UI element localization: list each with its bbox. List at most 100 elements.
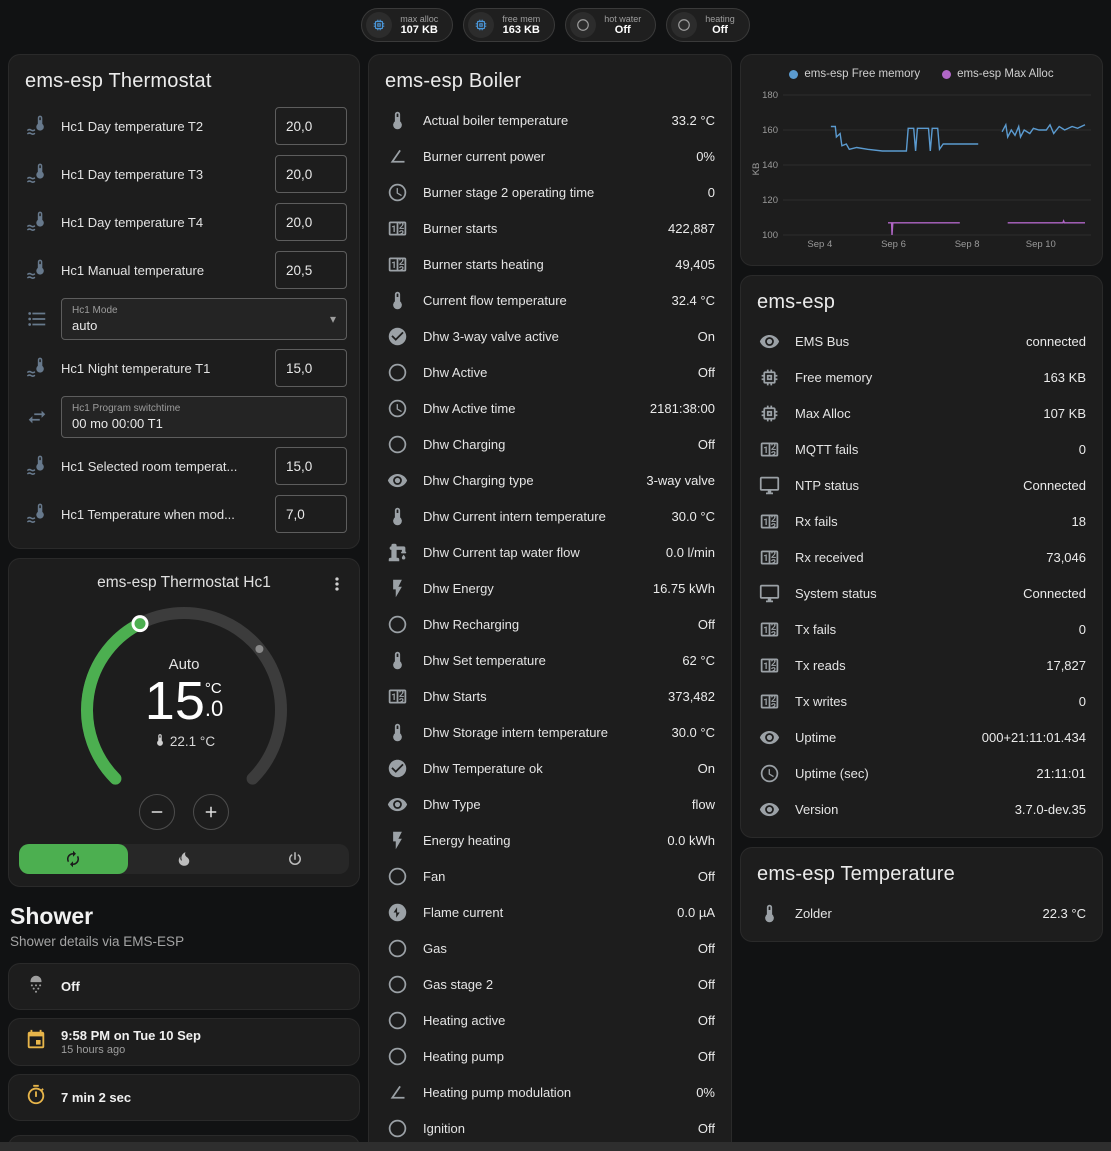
entity-row[interactable]: Dhw RechargingOff: [369, 606, 731, 642]
entity-row[interactable]: Heating pump modulation0%: [369, 1074, 731, 1110]
boiler-rows: Actual boiler temperature33.2 °CBurner c…: [369, 102, 731, 1151]
entity-row[interactable]: Tx fails0: [741, 611, 1102, 647]
entity-value: 107 KB: [1043, 406, 1086, 421]
temperature-input[interactable]: 20,0: [275, 203, 347, 241]
thermometer-icon: [385, 722, 409, 743]
circle-outline-icon: [385, 974, 409, 995]
temperature-input[interactable]: 20,0: [275, 155, 347, 193]
entity-row[interactable]: System statusConnected: [741, 575, 1102, 611]
entity-row[interactable]: Actual boiler temperature33.2 °C: [369, 102, 731, 138]
mode-off-button[interactable]: [240, 844, 349, 874]
switchtime-input[interactable]: Hc1 Program switchtime00 mo 00:00 T1: [61, 396, 347, 438]
increase-temperature-button[interactable]: [193, 794, 229, 830]
entity-row[interactable]: FanOff: [369, 858, 731, 894]
thermostat-row: Hc1 Day temperature T220,0: [9, 102, 359, 150]
badge-texts: heatingOff: [705, 14, 735, 37]
entity-row[interactable]: Tx reads17,827: [741, 647, 1102, 683]
entity-row[interactable]: Energy heating0.0 kWh: [369, 822, 731, 858]
boiler-card: ems-esp Boiler Actual boiler temperature…: [368, 54, 732, 1151]
entity-row[interactable]: Dhw Active time2181:38:00: [369, 390, 731, 426]
shower-card[interactable]: Off: [8, 963, 360, 1010]
entity-row[interactable]: Version3.7.0-dev.35: [741, 791, 1102, 827]
entity-row[interactable]: Burner starts422,887: [369, 210, 731, 246]
badge-hot-water[interactable]: hot waterOff: [565, 8, 656, 42]
horizontal-scrollbar[interactable]: [0, 1142, 1111, 1151]
entity-row[interactable]: Dhw Set temperature62 °C: [369, 642, 731, 678]
temperature-input[interactable]: 15,0: [275, 349, 347, 387]
thermometer-water-icon: [25, 163, 49, 185]
shower-card-texts: 9:58 PM on Tue 10 Sep15 hours ago: [61, 1028, 201, 1056]
more-options-button[interactable]: [323, 570, 351, 601]
entity-row[interactable]: MQTT fails0: [741, 431, 1102, 467]
temperature-input[interactable]: 20,0: [275, 107, 347, 145]
entity-row[interactable]: NTP statusConnected: [741, 467, 1102, 503]
entity-value: 422,887: [668, 221, 715, 236]
temperature-stepper: [69, 794, 299, 830]
entity-row[interactable]: Dhw Temperature okOn: [369, 750, 731, 786]
badge-heating[interactable]: heatingOff: [666, 8, 750, 42]
entity-row[interactable]: Dhw Typeflow: [369, 786, 731, 822]
chip-icon: [757, 367, 781, 388]
circle-outline-icon: [385, 1010, 409, 1031]
dashboard: max alloc107 KB free mem163 KB hot waterOf…: [0, 0, 1111, 1151]
entity-row[interactable]: Dhw Energy16.75 kWh: [369, 570, 731, 606]
thermostat-dial[interactable]: Auto 15 °C .0 22.1 °C: [69, 600, 299, 830]
entity-row[interactable]: Max Alloc107 KB: [741, 395, 1102, 431]
entity-row[interactable]: Dhw Starts373,482: [369, 678, 731, 714]
entity-row[interactable]: Burner starts heating49,405: [369, 246, 731, 282]
entity-label: Dhw Current tap water flow: [423, 545, 652, 560]
entity-row[interactable]: Heating pumpOff: [369, 1038, 731, 1074]
badge-max-alloc[interactable]: max alloc107 KB: [361, 8, 453, 42]
entity-value: 32.4 °C: [671, 293, 715, 308]
circle-outline-icon: [385, 434, 409, 455]
entity-row[interactable]: Gas stage 2Off: [369, 966, 731, 1002]
temperature-input[interactable]: 7,0: [275, 495, 347, 533]
entity-row[interactable]: Dhw 3-way valve activeOn: [369, 318, 731, 354]
entity-row[interactable]: EMS Busconnected: [741, 323, 1102, 359]
entity-row[interactable]: Free memory163 KB: [741, 359, 1102, 395]
circle-outline-icon: [385, 614, 409, 635]
entity-row[interactable]: IgnitionOff: [369, 1110, 731, 1146]
entity-row[interactable]: Dhw ActiveOff: [369, 354, 731, 390]
temperature-input[interactable]: 20,5: [275, 251, 347, 289]
entity-row[interactable]: Current flow temperature32.4 °C: [369, 282, 731, 318]
entity-row[interactable]: Rx fails18: [741, 503, 1102, 539]
mode-auto-button[interactable]: [19, 844, 128, 874]
chip-icon: [468, 12, 494, 38]
temperature-input[interactable]: 15,0: [275, 447, 347, 485]
entity-value: Off: [698, 941, 715, 956]
entity-value: On: [698, 329, 715, 344]
entity-row[interactable]: Burner current power0%: [369, 138, 731, 174]
dial-handle[interactable]: [133, 617, 147, 631]
entity-row[interactable]: Rx received73,046: [741, 539, 1102, 575]
shower-card[interactable]: 7 min 2 sec: [8, 1074, 360, 1121]
entity-row[interactable]: Dhw Charging type3-way valve: [369, 462, 731, 498]
decrease-temperature-button[interactable]: [139, 794, 175, 830]
entity-row[interactable]: Dhw Current intern temperature30.0 °C: [369, 498, 731, 534]
shower-icon: [25, 973, 47, 1000]
legend-item: ems-esp Max Alloc: [942, 68, 1054, 80]
entity-row[interactable]: Burner stage 2 operating time0: [369, 174, 731, 210]
entity-row[interactable]: Heating activeOff: [369, 1002, 731, 1038]
counter-icon: [757, 511, 781, 532]
entity-row[interactable]: Dhw ChargingOff: [369, 426, 731, 462]
hvac-mode-row: [19, 844, 349, 874]
entity-row[interactable]: Uptime000+21:11:01.434: [741, 719, 1102, 755]
shower-card[interactable]: 9:58 PM on Tue 10 Sep15 hours ago: [8, 1018, 360, 1066]
entity-label: MQTT fails: [795, 442, 1065, 457]
entity-value: 33.2 °C: [671, 113, 715, 128]
mode-select[interactable]: Hc1 Modeauto▾: [61, 298, 347, 340]
svg-text:180: 180: [762, 90, 778, 101]
badge-value: 107 KB: [401, 24, 438, 37]
entity-row[interactable]: Uptime (sec)21:11:01: [741, 755, 1102, 791]
entity-value: 3.7.0-dev.35: [1015, 802, 1086, 817]
entity-row[interactable]: Dhw Current tap water flow0.0 l/min: [369, 534, 731, 570]
entity-row[interactable]: Zolder22.3 °C: [741, 895, 1102, 931]
badge-free-mem[interactable]: free mem163 KB: [463, 8, 555, 42]
entity-row[interactable]: Dhw Storage intern temperature30.0 °C: [369, 714, 731, 750]
entity-row[interactable]: GasOff: [369, 930, 731, 966]
entity-row[interactable]: Tx writes0: [741, 683, 1102, 719]
thermostat-row: Hc1 Temperature when mod...7,0: [9, 490, 359, 538]
entity-row[interactable]: Flame current0.0 µA: [369, 894, 731, 930]
mode-heat-button[interactable]: [130, 844, 239, 874]
